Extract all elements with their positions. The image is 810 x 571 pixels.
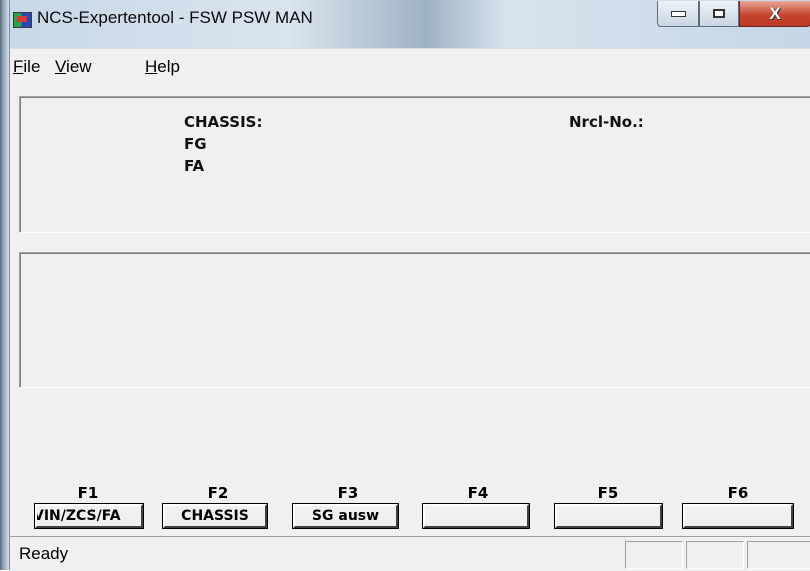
- menu-view[interactable]: View: [55, 57, 92, 77]
- chassis-label: CHASSIS:: [184, 113, 263, 131]
- menu-file-accel: F: [13, 57, 24, 76]
- nrcl-no-label: Nrcl-No.:: [569, 113, 644, 131]
- maximize-icon: [713, 9, 725, 18]
- f6-button[interactable]: [682, 503, 794, 529]
- minimize-icon: [670, 10, 686, 17]
- close-icon: X: [769, 4, 781, 23]
- status-pane-2: [686, 541, 744, 569]
- fkey-label-f2: F2: [207, 484, 229, 502]
- menu-file[interactable]: File: [13, 57, 40, 77]
- status-bar: Ready: [10, 536, 810, 571]
- status-text: Ready: [19, 544, 69, 563]
- output-panel: [19, 252, 810, 388]
- info-panel: CHASSIS: FG FA Nrcl-No.:: [19, 96, 810, 233]
- f3-button[interactable]: SG ausw: [292, 503, 399, 529]
- f2-button[interactable]: CHASSIS: [162, 503, 268, 529]
- fkey-label-f4: F4: [467, 484, 489, 502]
- menu-bar: File View Help: [10, 48, 810, 91]
- f3-button-label: SG ausw: [311, 508, 380, 524]
- close-button[interactable]: X: [739, 1, 810, 27]
- status-pane-1: [625, 541, 683, 569]
- fkey-label-f6: F6: [727, 484, 749, 502]
- maximize-button[interactable]: [699, 1, 739, 27]
- app-icon[interactable]: [13, 12, 32, 28]
- window-title: NCS-Expertentool - FSW PSW MAN: [37, 8, 313, 27]
- fa-label: FA: [184, 157, 205, 175]
- app-window: NCS-Expertentool - FSW PSW MAN X File Vi…: [9, 0, 810, 571]
- fg-label: FG: [184, 135, 207, 153]
- status-pane-3: [747, 541, 810, 569]
- fkey-label-f1: F1: [77, 484, 99, 502]
- f4-button[interactable]: [422, 503, 530, 529]
- menu-file-label: ile: [23, 57, 41, 76]
- f1-button-label: VIN/ZCS/FA: [35, 508, 121, 524]
- menu-view-accel: V: [55, 57, 67, 76]
- fkey-label-f3: F3: [337, 484, 359, 502]
- f1-button[interactable]: VIN/ZCS/FA: [34, 503, 144, 529]
- minimize-button[interactable]: [657, 1, 699, 27]
- title-bar[interactable]: NCS-Expertentool - FSW PSW MAN X: [10, 0, 810, 48]
- menu-help[interactable]: Help: [145, 57, 180, 77]
- f5-button[interactable]: [554, 503, 663, 529]
- fkey-label-f5: F5: [597, 484, 619, 502]
- f2-button-label: CHASSIS: [181, 508, 249, 524]
- menu-help-accel: H: [145, 57, 158, 76]
- menu-help-label: elp: [157, 57, 180, 76]
- menu-view-label: iew: [66, 57, 92, 76]
